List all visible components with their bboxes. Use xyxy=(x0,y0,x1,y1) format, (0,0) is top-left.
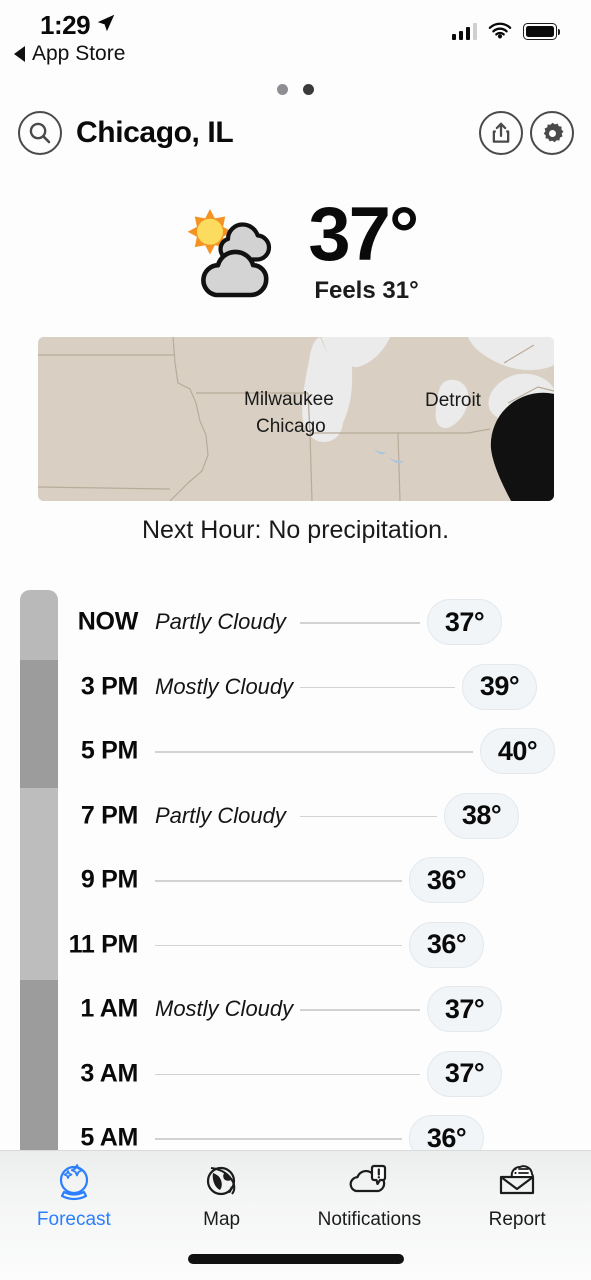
hourly-temperature-pill: 37° xyxy=(427,986,502,1033)
hourly-condition-label: Partly Cloudy xyxy=(155,609,286,635)
hourly-time-label: 5 PM xyxy=(80,736,138,765)
hourly-temperature-pill: 36° xyxy=(409,921,484,968)
hourly-time-label: 7 PM xyxy=(80,801,138,830)
current-conditions: 37° Feels 31° xyxy=(0,185,591,315)
page-dot-2[interactable] xyxy=(303,84,314,95)
page-dots[interactable] xyxy=(0,84,591,95)
tab-report-label: Report xyxy=(488,1209,546,1230)
next-hour-summary: Next Hour: No precipitation. xyxy=(141,516,450,544)
hourly-time-label: 5 AM xyxy=(80,1123,138,1150)
hourly-connector-line xyxy=(155,1073,420,1076)
hourly-row[interactable]: 11 PM 36° xyxy=(0,913,591,978)
status-bar: 1:29 xyxy=(0,0,591,48)
hourly-time-label: 3 PM xyxy=(80,672,138,701)
battery-full-icon xyxy=(523,23,561,40)
back-to-app-store-link[interactable]: App Store xyxy=(14,42,125,66)
feels-like-temperature: Feels 31° xyxy=(314,277,419,305)
hourly-rows: NOW Partly Cloudy 37° 3 PM Mostly Cloudy 39° 5… xyxy=(0,590,591,1150)
back-link-label: App Store xyxy=(32,42,126,65)
hourly-row[interactable]: NOW Partly Cloudy 37° xyxy=(0,590,591,655)
crystal-ball-icon xyxy=(59,1164,88,1201)
hourly-row[interactable]: 5 AM 36° xyxy=(0,1106,591,1150)
home-indicator xyxy=(187,1254,404,1264)
wifi-icon xyxy=(488,22,512,39)
hourly-connector-line xyxy=(155,1138,402,1140)
map-pin-icon xyxy=(490,392,554,501)
tab-map-label: Map xyxy=(203,1209,241,1230)
hourly-connector-line xyxy=(300,686,455,689)
page-title: Chicago, IL xyxy=(76,116,234,149)
hourly-time-label: 3 AM xyxy=(80,1059,138,1088)
search-button[interactable] xyxy=(18,111,62,155)
tab-forecast-label: Forecast xyxy=(36,1209,111,1230)
hourly-condition-label: Mostly Cloudy xyxy=(155,673,294,699)
location-arrow-icon xyxy=(97,14,115,32)
hourly-connector-line xyxy=(300,622,420,624)
tab-notifications[interactable]: Notifications xyxy=(296,1159,444,1231)
hourly-time-label: NOW xyxy=(77,607,139,636)
hourly-temperature-pill: 36° xyxy=(409,857,484,904)
tab-map[interactable]: Map xyxy=(148,1159,296,1231)
hourly-temperature-pill: 36° xyxy=(409,1115,484,1150)
hourly-row[interactable]: 3 AM 37° xyxy=(0,1042,591,1107)
hourly-time-label: 11 PM xyxy=(68,930,139,959)
share-icon xyxy=(492,122,510,143)
sun-behind-cloud-icon xyxy=(187,209,272,298)
share-button[interactable] xyxy=(479,111,523,155)
hourly-row[interactable]: 1 AM Mostly Cloudy 37° xyxy=(0,977,591,1042)
hourly-connector-line xyxy=(155,944,402,947)
tab-notifications-label: Notifications xyxy=(317,1209,422,1230)
hourly-connector-line xyxy=(155,751,473,753)
hourly-row[interactable]: 5 PM 40° xyxy=(0,719,591,784)
hourly-connector-line xyxy=(155,880,402,882)
globe-icon xyxy=(206,1166,235,1196)
hourly-temperature-pill: 40° xyxy=(480,728,555,775)
current-temperature: 37° xyxy=(308,191,419,277)
hourly-condition-label: Partly Cloudy xyxy=(155,802,286,828)
hourly-temperature-pill: 37° xyxy=(427,599,502,646)
hourly-condition-label: Mostly Cloudy xyxy=(155,996,294,1022)
hourly-temperature-pill: 39° xyxy=(462,663,537,710)
radar-map-card[interactable]: Milwaukee Chicago Detroit xyxy=(38,337,554,501)
hourly-forecast-list[interactable]: NOW Partly Cloudy 37° 3 PM Mostly Cloudy 39° 5… xyxy=(0,590,591,1150)
back-triangle-icon xyxy=(14,46,25,62)
hourly-row[interactable]: 7 PM Partly Cloudy 38° xyxy=(0,784,591,849)
search-icon xyxy=(29,122,51,144)
hourly-temperature-pill: 38° xyxy=(444,792,519,839)
bottom-tab-bar: Forecast Map Notifications Report xyxy=(0,1150,591,1280)
location-header: Chicago, IL xyxy=(0,108,591,158)
hourly-row[interactable]: 9 PM 36° xyxy=(0,848,591,913)
hourly-row[interactable]: 3 PM Mostly Cloudy 39° xyxy=(0,655,591,720)
tab-forecast[interactable]: Forecast xyxy=(0,1159,148,1231)
cloud-alert-icon xyxy=(349,1164,387,1193)
tab-report[interactable]: Report xyxy=(443,1159,591,1231)
envelope-icon xyxy=(500,1165,535,1195)
hourly-time-label: 9 PM xyxy=(80,865,138,894)
settings-button[interactable] xyxy=(530,111,574,155)
hourly-temperature-pill: 37° xyxy=(427,1050,502,1097)
status-bar-indicators xyxy=(451,22,561,40)
hourly-connector-line xyxy=(300,1009,420,1011)
status-bar-time: 1:29 xyxy=(40,10,91,40)
gear-icon xyxy=(543,122,563,142)
hourly-time-label: 1 AM xyxy=(80,994,138,1023)
page-dot-1[interactable] xyxy=(277,84,288,95)
hourly-connector-line xyxy=(300,815,437,818)
weather-app-screen: 1:29 App Store Chicago, IL 37° Feels 31°… xyxy=(0,0,591,1280)
cellular-signal-icon xyxy=(451,23,477,40)
